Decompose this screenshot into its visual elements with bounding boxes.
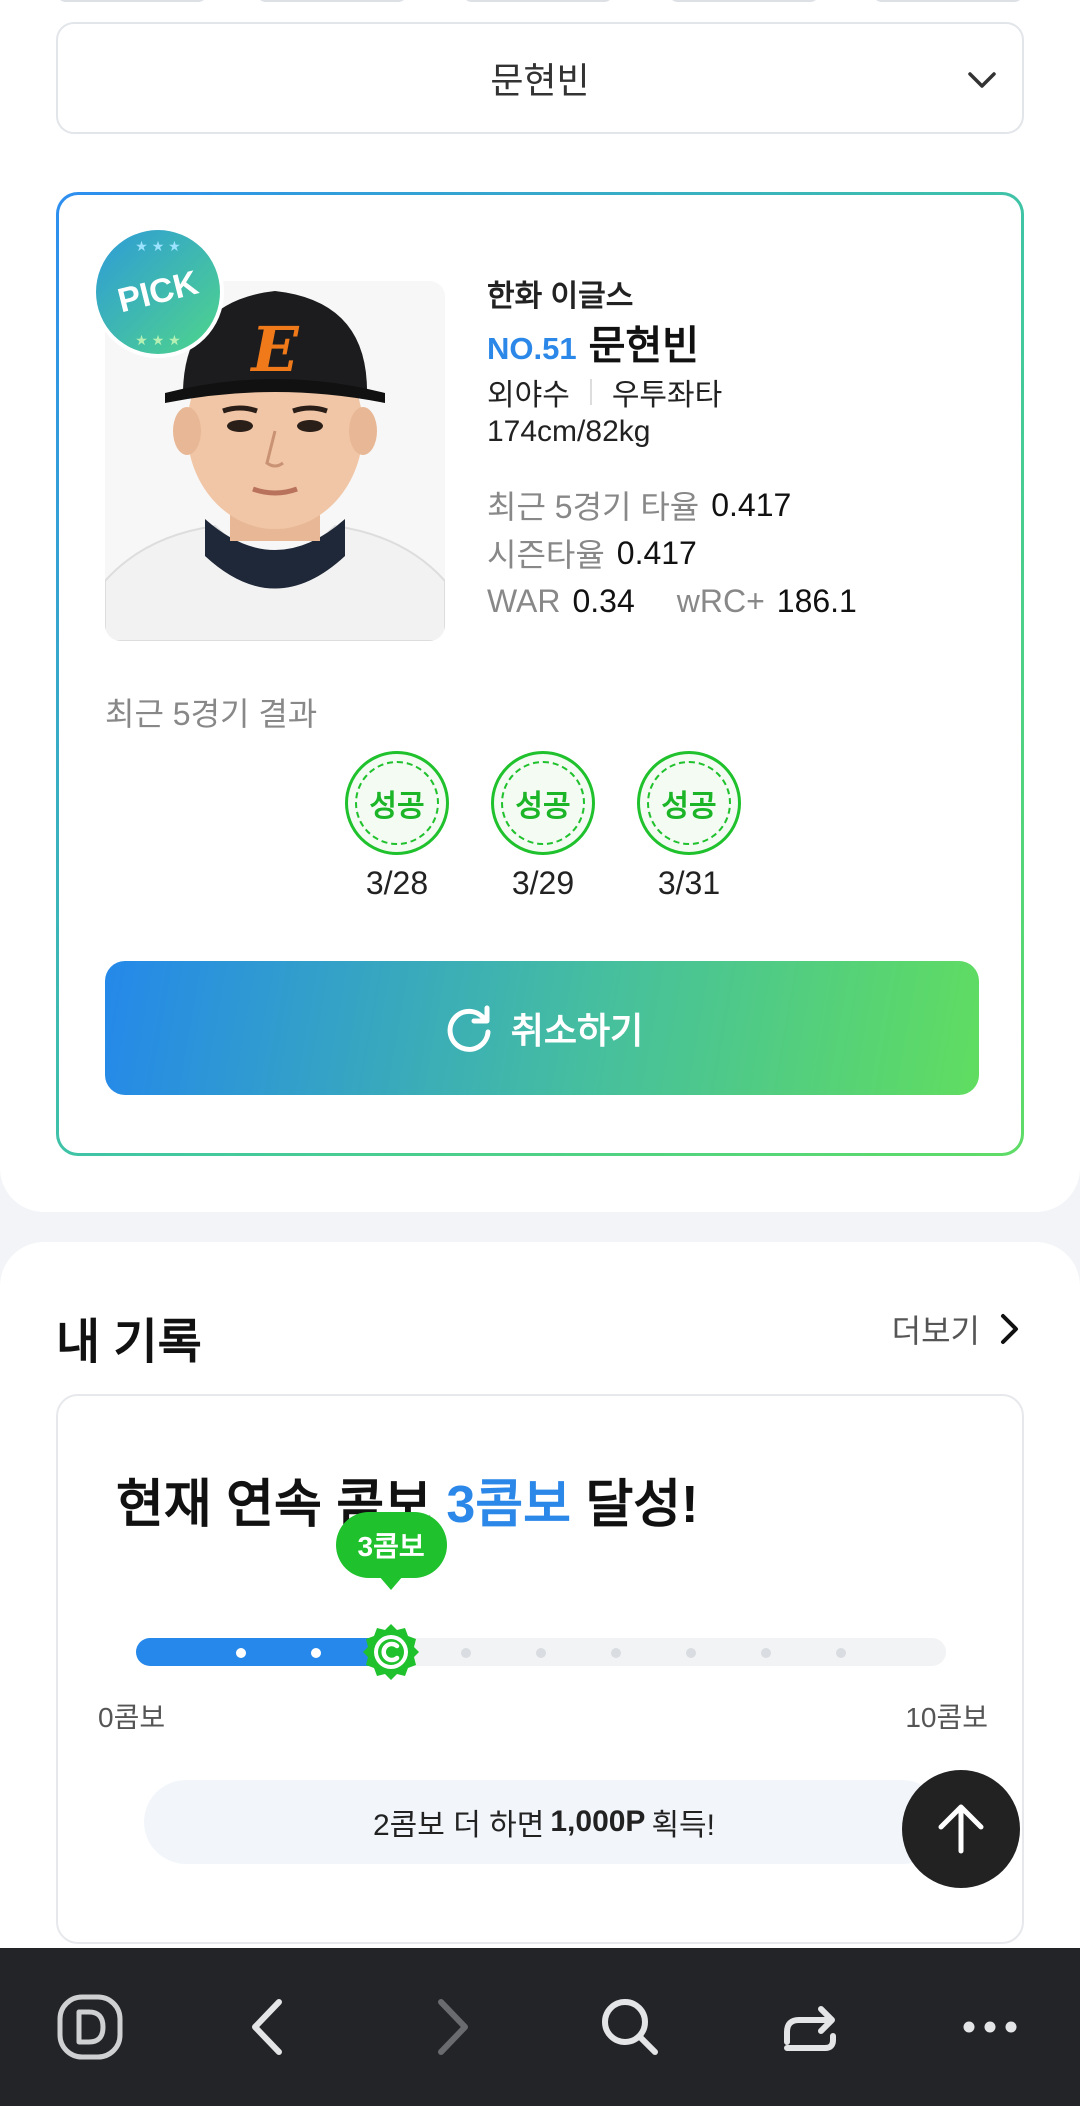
player-bats-throws: 우투좌타	[611, 379, 723, 412]
browser-bottom-bar	[0, 1948, 1080, 2106]
back-button[interactable]	[215, 1972, 325, 2082]
combo-card: 현재 연속 콤보 3콤보 달성! 3콤보 0콤보 10콤보 2콤보 더 하면 1…	[56, 1394, 1024, 1944]
wrc-label: wRC+	[676, 582, 765, 619]
recent5-avg-value: 0.417	[711, 486, 792, 523]
progress-step-dot	[236, 1648, 246, 1658]
result-date: 3/28	[365, 865, 429, 901]
tab-stub[interactable]	[56, 0, 208, 2]
success-stamp-icon: 성공	[345, 751, 449, 855]
chevron-down-icon	[968, 72, 996, 88]
more-link[interactable]: 더보기	[892, 1306, 1024, 1352]
tab-stub[interactable]	[872, 0, 1024, 2]
result-item: 성공 3/31	[616, 751, 762, 902]
more-label: 더보기	[891, 1313, 980, 1349]
cancel-pick-button[interactable]: 취소하기	[105, 961, 979, 1095]
player-pick-section: 문현빈 E ★ ★ ★ ★ ★ ★ PICK 한화 이글스 NO.51 문현빈 …	[0, 0, 1080, 1212]
wrc-value: 186.1	[776, 582, 857, 619]
svg-text:E: E	[249, 313, 299, 386]
progress-step-dot	[761, 1648, 771, 1658]
range-max-label: 10콤보	[905, 1702, 988, 1733]
result-item: 성공 3/28	[324, 751, 470, 902]
result-date: 3/31	[657, 865, 721, 901]
tab-stub[interactable]	[462, 0, 614, 2]
war-value: 0.34	[572, 582, 635, 619]
player-body: 174cm/82kg	[487, 415, 651, 448]
progress-step-dot	[311, 1648, 321, 1658]
divider	[589, 379, 592, 405]
player-position: 외야수	[487, 379, 570, 412]
season-avg-label: 시즌타율	[487, 537, 605, 573]
player-info: 한화 이글스 NO.51 문현빈 외야수 우투좌타 174cm/82kg 최근 …	[487, 271, 987, 625]
player-name: 문현빈	[588, 324, 700, 368]
player-select-value: 문현빈	[490, 60, 590, 101]
arrow-up-icon	[938, 1804, 984, 1854]
progress-step-dot	[461, 1648, 471, 1658]
recent5-avg-label: 최근 5경기 타율	[487, 489, 700, 525]
search-button[interactable]	[575, 1972, 685, 2082]
current-combo-tooltip: 3콤보	[335, 1512, 447, 1590]
svg-text:★ ★ ★: ★ ★ ★	[135, 238, 180, 254]
chevron-right-icon	[1001, 1314, 1018, 1344]
share-icon	[784, 2006, 836, 2051]
forward-arrow-icon	[438, 1999, 468, 2055]
player-number: NO.51	[487, 331, 577, 366]
share-button[interactable]	[755, 1972, 865, 2082]
player-card: E ★ ★ ★ ★ ★ ★ PICK 한화 이글스 NO.51 문현빈 외야수 …	[56, 192, 1024, 1156]
war-label: WAR	[487, 582, 561, 619]
more-icon	[963, 2021, 1017, 2033]
reward-info: 2콤보 더 하면 1,000P 획득!	[144, 1780, 944, 1864]
team-name: 한화 이글스	[487, 280, 634, 313]
combo-headline-accent: 3콤보	[446, 1476, 571, 1534]
tab-stubs	[56, 0, 1024, 4]
scroll-to-top-button[interactable]	[902, 1770, 1020, 1888]
progress-step-dot	[836, 1648, 846, 1658]
season-avg-value: 0.417	[616, 534, 697, 571]
home-button[interactable]	[35, 1972, 145, 2082]
success-stamp-icon: 성공	[637, 751, 741, 855]
search-icon	[602, 1999, 658, 2055]
combo-c-marker-icon	[363, 1624, 419, 1680]
svg-text:★ ★ ★: ★ ★ ★	[135, 332, 180, 348]
success-stamp-icon: 성공	[491, 751, 595, 855]
recent-results-list: 성공 3/28 성공 3/29 성공 3/31	[59, 751, 1027, 902]
forward-button[interactable]	[395, 1972, 505, 2082]
cancel-pick-label: 취소하기	[510, 1010, 644, 1051]
recent-results-label: 최근 5경기 결과	[105, 696, 318, 732]
result-item: 성공 3/29	[470, 751, 616, 902]
progress-step-dot	[536, 1648, 546, 1658]
tab-stub[interactable]	[256, 0, 408, 2]
player-select-dropdown[interactable]: 문현빈	[56, 22, 1024, 134]
progress-step-dot	[686, 1648, 696, 1658]
result-date: 3/29	[511, 865, 575, 901]
d-logo-icon	[57, 1994, 123, 2060]
range-min-label: 0콤보	[98, 1702, 166, 1733]
combo-progress-bar: 3콤보	[136, 1512, 946, 1680]
progress-step-dot	[611, 1648, 621, 1658]
more-button[interactable]	[935, 1972, 1045, 2082]
section-title: 내 기록	[56, 1316, 202, 1369]
tab-stub[interactable]	[668, 0, 820, 2]
reward-amount: 1,000P	[550, 1805, 646, 1838]
back-arrow-icon	[252, 1999, 282, 2055]
pick-badge: ★ ★ ★ ★ ★ ★ PICK	[92, 226, 224, 358]
refresh-icon	[447, 1005, 491, 1052]
